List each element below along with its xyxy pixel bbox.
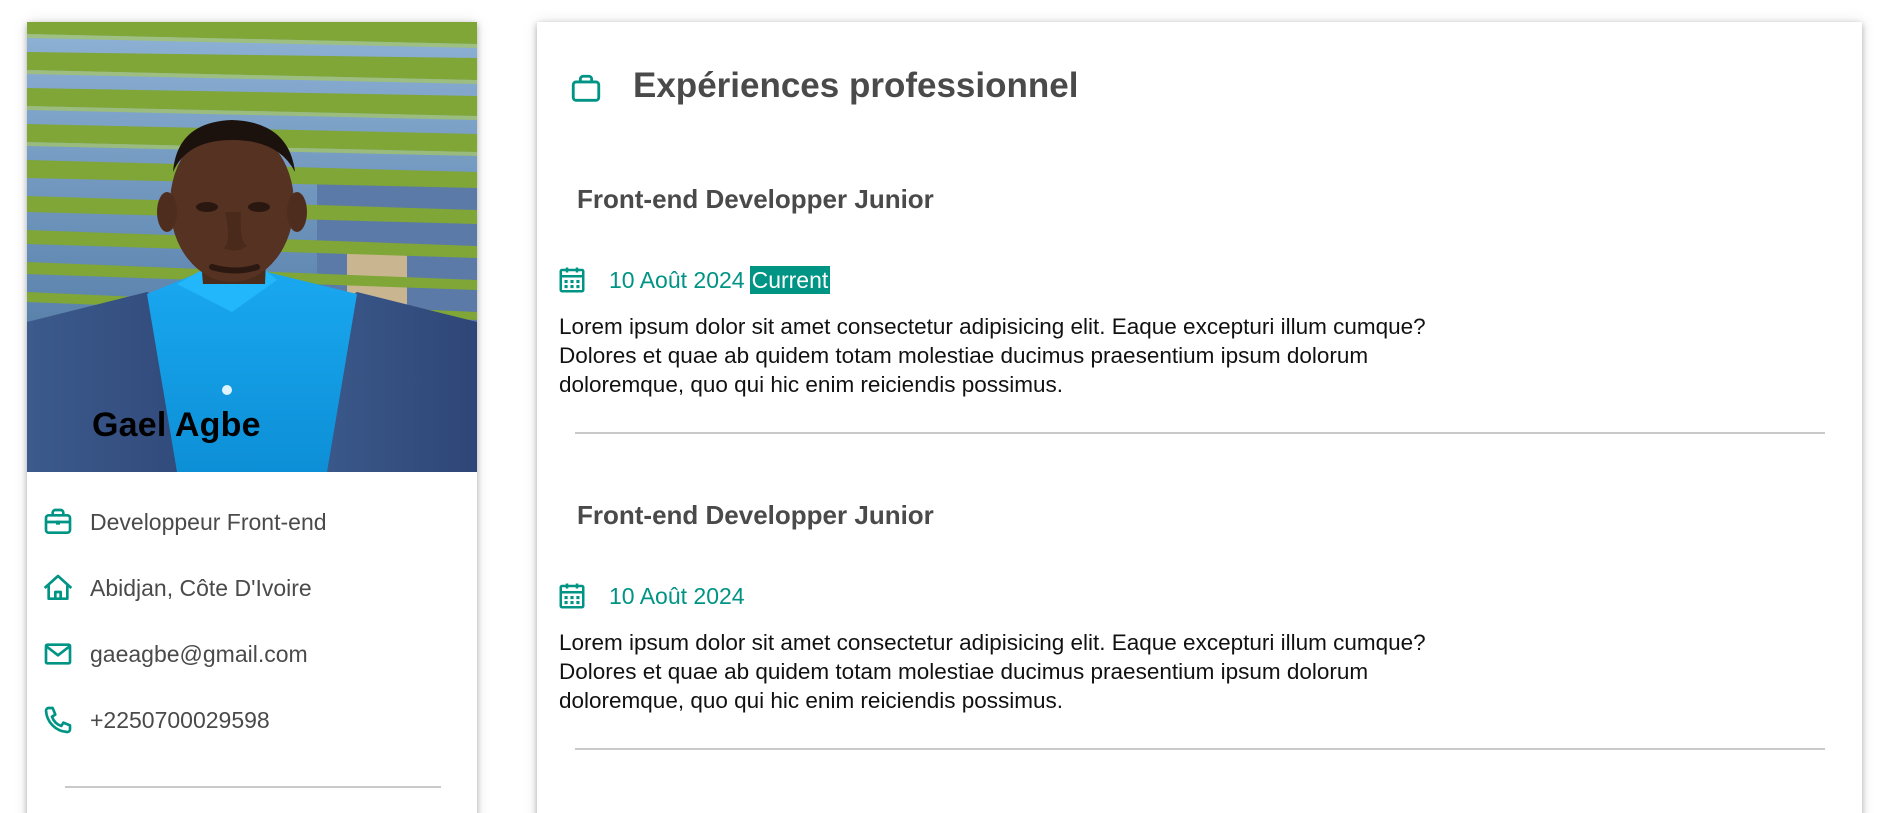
info-item-job: Developpeur Front-end: [42, 502, 327, 542]
experience-role: Front-end Developper Junior: [577, 184, 934, 214]
experience-date: 10 Août 2024: [609, 266, 745, 293]
info-item-location: Abidjan, Côte D'Ivoire: [42, 568, 312, 608]
info-item-email[interactable]: gaeagbe@gmail.com: [42, 634, 308, 674]
calendar-icon: [555, 263, 589, 297]
info-location-text: Abidjan, Côte D'Ivoire: [90, 574, 312, 601]
experience-divider: [575, 432, 1825, 434]
briefcase-icon: [569, 72, 603, 106]
experience-date: 10 Août 2024: [609, 582, 745, 609]
info-job-text: Developpeur Front-end: [90, 508, 327, 535]
profile-card: Gael Agbe Developpeur Front-end Abidjan,…: [27, 22, 477, 813]
current-badge: Current: [749, 266, 831, 294]
experience-title: Expériences professionnel: [633, 66, 1079, 105]
home-icon: [42, 572, 74, 604]
profile-photo: Gael Agbe: [27, 22, 477, 472]
experience-date-row: 10 Août 2024 Current: [555, 262, 831, 298]
experience-card: Expériences professionnel Front-end Deve…: [537, 22, 1862, 813]
mail-icon: [42, 638, 74, 670]
profile-divider: [65, 786, 441, 788]
experience-role: Front-end Developper Junior: [577, 500, 934, 530]
briefcase-icon: [42, 506, 74, 538]
experience-date-row: 10 Août 2024: [555, 578, 745, 614]
phone-icon: [42, 704, 74, 736]
info-phone-text[interactable]: +2250700029598: [90, 707, 270, 734]
calendar-icon: [555, 579, 589, 613]
profile-name: Gael Agbe: [92, 406, 261, 444]
experience-description: Lorem ipsum dolor sit amet consectetur a…: [559, 314, 1426, 397]
info-email-text[interactable]: gaeagbe@gmail.com: [90, 641, 308, 668]
info-item-phone[interactable]: +2250700029598: [42, 700, 270, 740]
experience-divider: [575, 748, 1825, 750]
resume-page: Gael Agbe Developpeur Front-end Abidjan,…: [0, 0, 1882, 813]
experience-description: Lorem ipsum dolor sit amet consectetur a…: [559, 630, 1426, 713]
